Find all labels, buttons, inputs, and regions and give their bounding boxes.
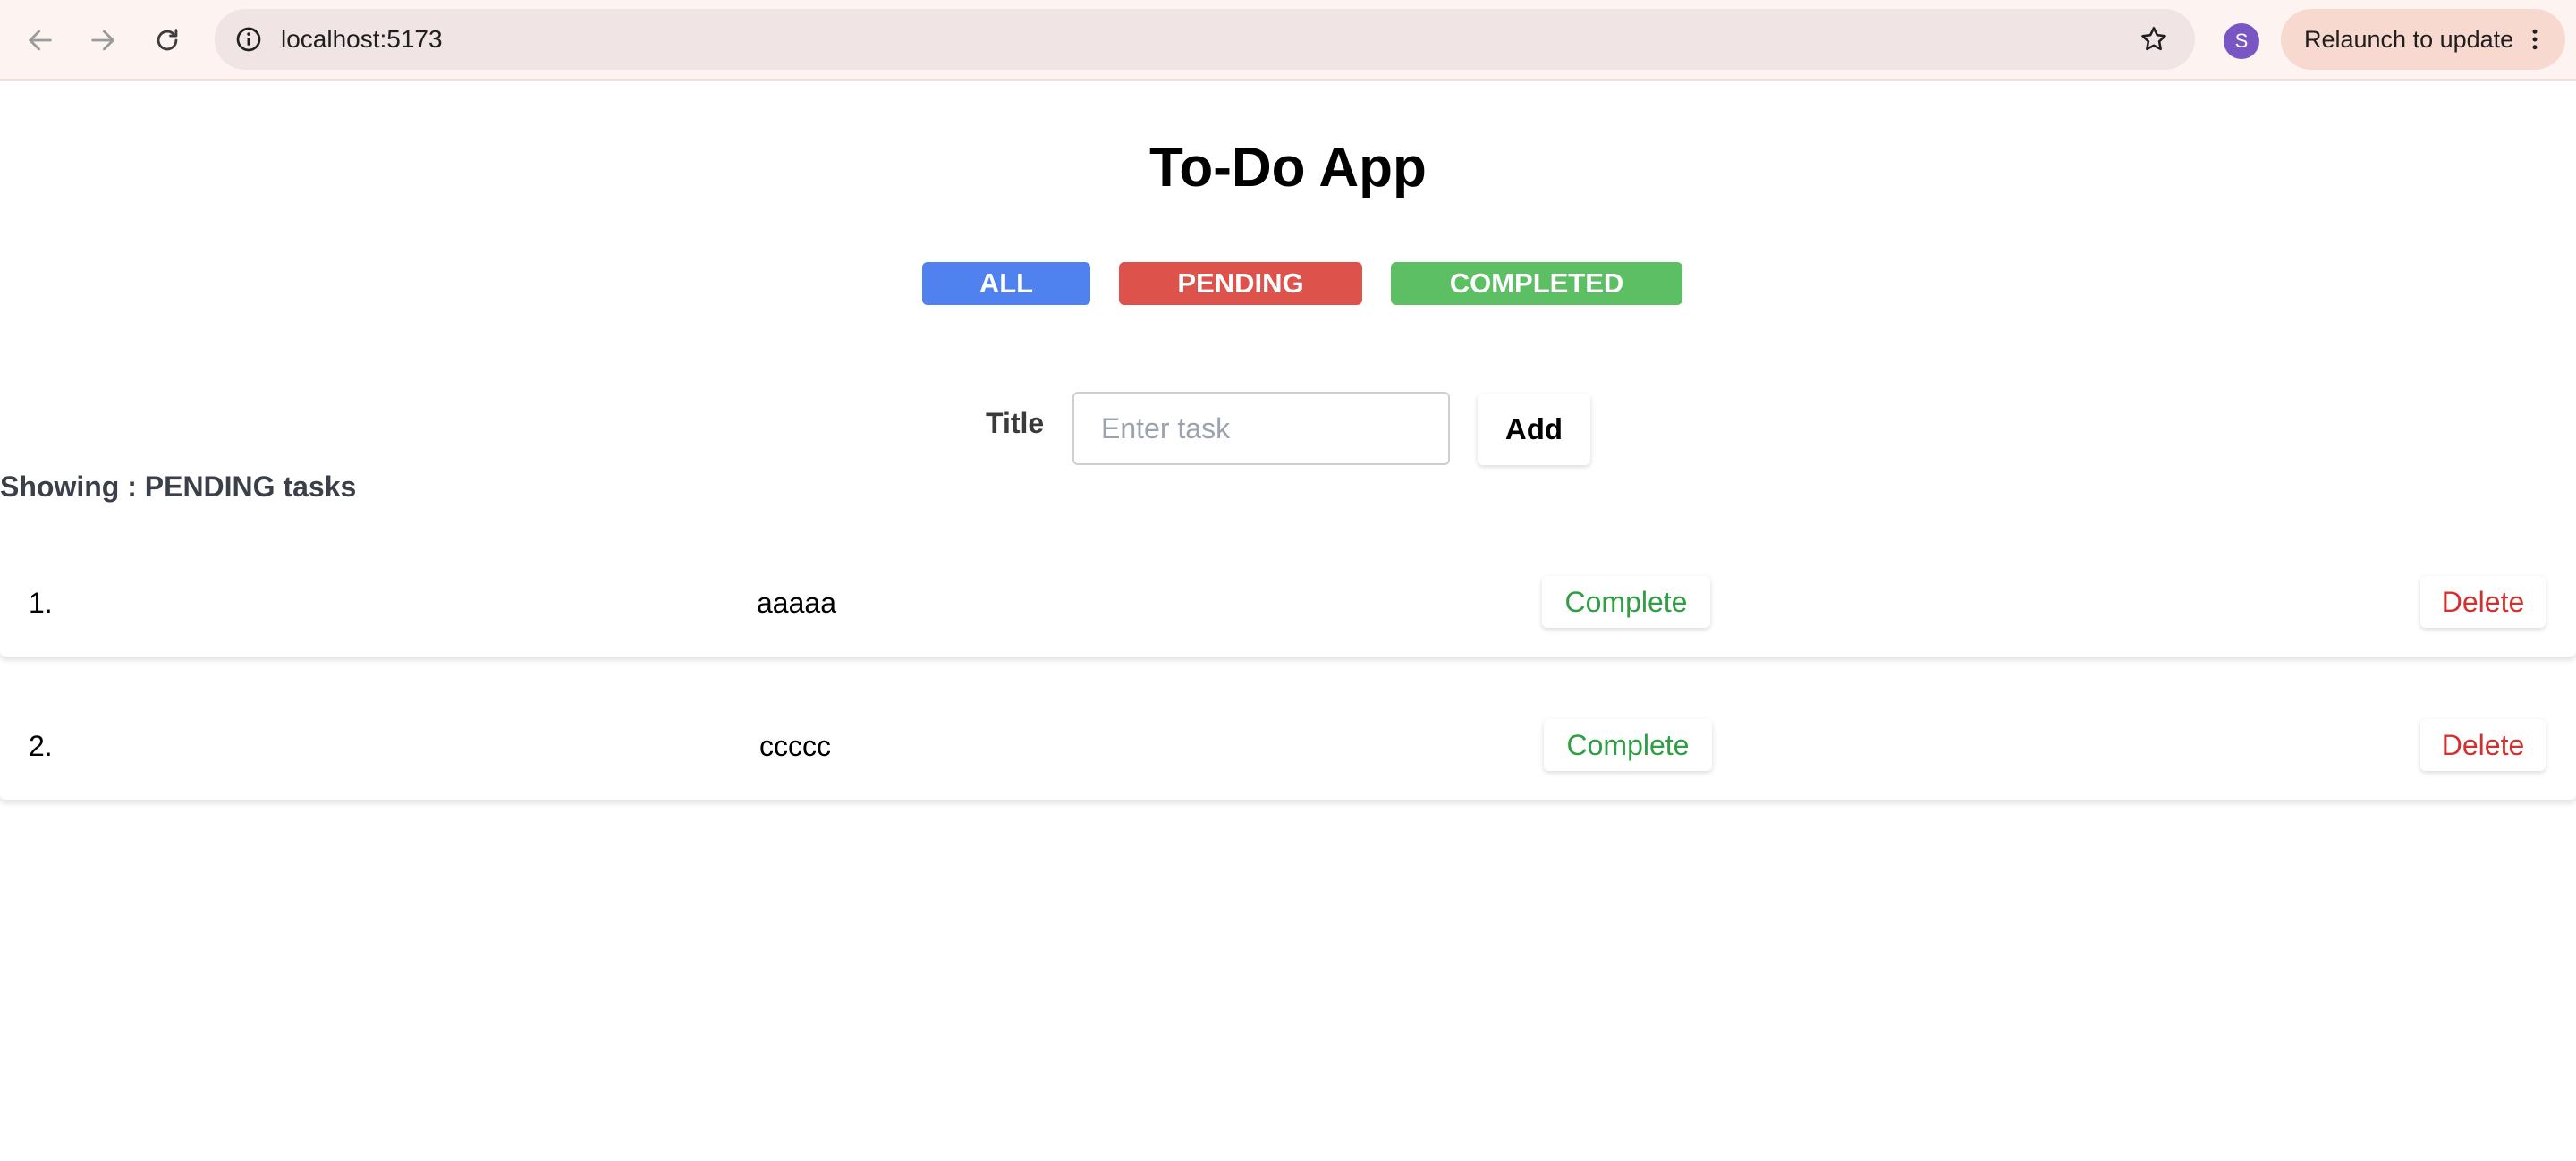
site-info-icon — [236, 27, 261, 52]
filter-pending-button[interactable]: PENDING — [1119, 262, 1362, 305]
title-label: Title — [986, 407, 1045, 439]
more-vertical-icon — [2532, 29, 2538, 50]
task-title: aaaaa — [757, 587, 836, 619]
task-title-input[interactable] — [1072, 392, 1450, 465]
task-number: 1. — [29, 587, 53, 619]
filter-status-text: Showing : PENDING tasks — [0, 470, 357, 503]
back-button[interactable] — [18, 18, 63, 63]
forward-button[interactable] — [80, 18, 125, 63]
delete-task-button[interactable]: Delete — [2420, 719, 2546, 771]
delete-task-button[interactable]: Delete — [2420, 576, 2546, 628]
complete-task-button[interactable]: Complete — [1542, 576, 1710, 628]
filter-completed-button[interactable]: COMPLETED — [1391, 262, 1682, 305]
filter-all-button[interactable]: ALL — [922, 262, 1090, 305]
profile-avatar[interactable]: S — [2224, 23, 2259, 59]
add-task-button[interactable]: Add — [1478, 394, 1590, 465]
bookmark-button[interactable] — [2134, 20, 2174, 59]
browser-toolbar: localhost:5173 S Relaunch to update — [0, 0, 2576, 81]
browser-menu-button[interactable] — [2517, 21, 2553, 57]
task-title: ccccc — [759, 730, 831, 762]
app-title: To-Do App — [1149, 137, 1427, 199]
url-text[interactable]: localhost:5173 — [281, 9, 443, 70]
forward-arrow-icon — [91, 30, 114, 51]
task-number: 2. — [29, 730, 53, 762]
reload-icon — [157, 29, 178, 51]
complete-task-button[interactable]: Complete — [1544, 719, 1712, 771]
back-arrow-icon — [29, 30, 52, 51]
relaunch-label: Relaunch to update — [2304, 26, 2514, 53]
task-row: 1. aaaaa Complete Delete — [0, 549, 2576, 657]
bookmark-star-icon — [2141, 26, 2166, 51]
address-bar[interactable]: localhost:5173 — [215, 9, 2195, 70]
task-row: 2. ccccc Complete Delete — [0, 692, 2576, 800]
site-info-button[interactable] — [227, 18, 270, 61]
reload-button[interactable] — [145, 18, 190, 63]
relaunch-button[interactable]: Relaunch to update — [2281, 9, 2565, 70]
